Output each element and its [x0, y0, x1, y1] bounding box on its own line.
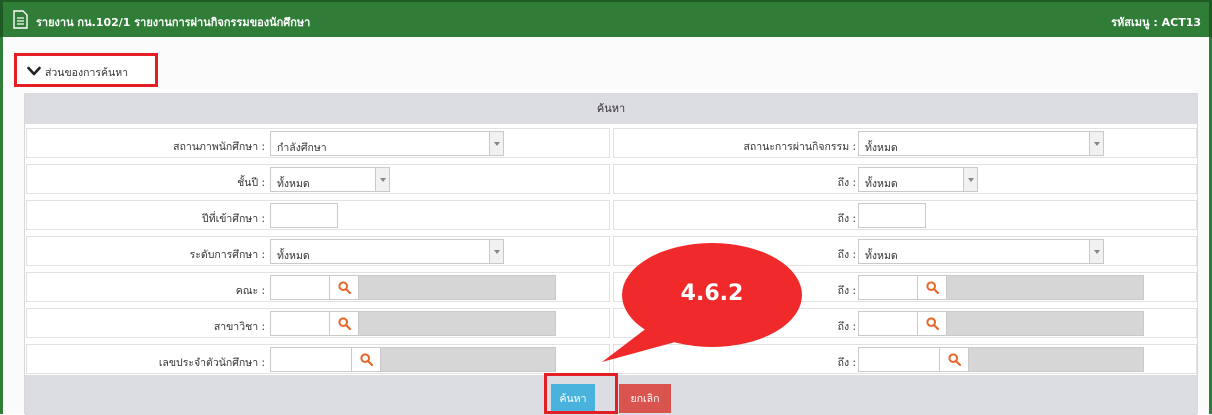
- edu-level-cell: ระดับการศึกษา : ทั้งหมด: [26, 236, 610, 266]
- year-level-cell: ชั้นปี : ทั้งหมด: [26, 164, 610, 194]
- faculty-description: [358, 275, 556, 300]
- faculty-cell: คณะ :: [26, 272, 610, 302]
- student-id-search-button[interactable]: [351, 347, 381, 372]
- entry-year-to-input[interactable]: [858, 203, 926, 228]
- major-to-search-button[interactable]: [917, 311, 947, 336]
- major-label: สาขาวิชา :: [213, 321, 265, 333]
- search-section-label: ส่วนของการค้นหา: [45, 67, 129, 79]
- dropdown-arrow-icon: [963, 168, 977, 191]
- year-level-label: ชั้นปี :: [237, 177, 265, 189]
- faculty-to-search-button[interactable]: [917, 275, 947, 300]
- search-icon: [926, 281, 939, 294]
- major-cell: สาขาวิชา :: [26, 308, 610, 338]
- faculty-search-button[interactable]: [329, 275, 359, 300]
- chevron-down-icon: [27, 66, 41, 76]
- page-title: รายงาน กน.102/1 รายงานการผ่านกิจกรรมของน…: [36, 16, 311, 29]
- search-icon: [338, 317, 351, 330]
- edu-level-select[interactable]: ทั้งหมด: [270, 239, 504, 264]
- edu-level-label: ระดับการศึกษา :: [189, 249, 265, 261]
- faculty-lookup: [270, 275, 556, 300]
- major-lookup: [270, 311, 556, 336]
- search-icon: [948, 353, 961, 366]
- entry-year-to-cell: ถึง :: [613, 200, 1197, 230]
- faculty-to-code-input[interactable]: [858, 275, 918, 300]
- search-icon: [360, 353, 373, 366]
- search-panel-heading: ค้นหา: [25, 94, 1197, 124]
- student-id-description: [380, 347, 556, 372]
- search-section-toggle[interactable]: ส่วนของการค้นหา: [14, 53, 158, 87]
- faculty-label: คณะ :: [235, 285, 265, 297]
- student-id-to-search-button[interactable]: [939, 347, 969, 372]
- dropdown-arrow-icon: [375, 168, 389, 191]
- form-row: เลขประจำตัวนักศึกษา : ถึง :: [25, 342, 1197, 376]
- major-to-description: [946, 311, 1144, 336]
- student-id-code-input[interactable]: [270, 347, 352, 372]
- dropdown-arrow-icon: [489, 240, 503, 263]
- faculty-to-label: ถึง :: [837, 285, 856, 297]
- search-button-highlight: [544, 373, 618, 414]
- year-level-select[interactable]: ทั้งหมด: [270, 167, 390, 192]
- student-id-to-label: ถึง :: [837, 357, 856, 369]
- search-icon: [926, 317, 939, 330]
- dropdown-arrow-icon: [489, 132, 503, 155]
- menu-code: รหัสเมนู : ACT13: [1111, 16, 1201, 29]
- student-id-lookup: [270, 347, 556, 372]
- activity-status-cell: สถานะการผ่านกิจกรรม : ทั้งหมด: [613, 128, 1197, 158]
- faculty-code-input[interactable]: [270, 275, 330, 300]
- student-id-label: เลขประจำตัวนักศึกษา :: [158, 357, 265, 369]
- major-to-code-input[interactable]: [858, 311, 918, 336]
- student-id-to-code-input[interactable]: [858, 347, 940, 372]
- major-description: [358, 311, 556, 336]
- form-row: ระดับการศึกษา : ทั้งหมด ถึง : ทั้งหมด: [25, 234, 1197, 268]
- search-icon: [338, 281, 351, 294]
- student-status-cell: สถานภาพนักศึกษา : กำลังศึกษา: [26, 128, 610, 158]
- major-search-button[interactable]: [329, 311, 359, 336]
- form-row: สาขาวิชา : ถึง :: [25, 306, 1197, 340]
- document-icon: [13, 10, 28, 29]
- student-id-to-cell: ถึง :: [613, 344, 1197, 374]
- form-row: ปีที่เข้าศึกษา : ถึง :: [25, 198, 1197, 232]
- entry-year-cell: ปีที่เข้าศึกษา :: [26, 200, 610, 230]
- activity-status-label: สถานะการผ่านกิจกรรม :: [743, 141, 856, 153]
- dropdown-arrow-icon: [1089, 240, 1103, 263]
- student-id-to-description: [968, 347, 1144, 372]
- form-row: ชั้นปี : ทั้งหมด ถึง : ทั้งหมด: [25, 162, 1197, 196]
- annotation-label: 4.6.2: [680, 281, 744, 306]
- year-level-to-label: ถึง :: [837, 177, 856, 189]
- search-panel: ค้นหา สถานภาพนักศึกษา : กำลังศึกษา สถานะ…: [24, 93, 1198, 415]
- cancel-button[interactable]: ยกเลิก: [619, 384, 671, 413]
- faculty-to-lookup: [858, 275, 1144, 300]
- title-bar: รายงาน กน.102/1 รายงานการผ่านกิจกรรมของน…: [0, 0, 1212, 37]
- edu-level-to-label: ถึง :: [837, 249, 856, 261]
- year-level-to-cell: ถึง : ทั้งหมด: [613, 164, 1197, 194]
- student-id-cell: เลขประจำตัวนักศึกษา :: [26, 344, 610, 374]
- activity-status-select[interactable]: ทั้งหมด: [858, 131, 1104, 156]
- edu-level-to-select[interactable]: ทั้งหมด: [858, 239, 1104, 264]
- form-row: คณะ : ถึง :: [25, 270, 1197, 304]
- major-to-lookup: [858, 311, 1144, 336]
- major-code-input[interactable]: [270, 311, 330, 336]
- student-status-select[interactable]: กำลังศึกษา: [270, 131, 504, 156]
- student-id-to-lookup: [858, 347, 1144, 372]
- entry-year-label: ปีที่เข้าศึกษา :: [202, 213, 265, 225]
- entry-year-to-label: ถึง :: [837, 213, 856, 225]
- form-row: สถานภาพนักศึกษา : กำลังศึกษา สถานะการผ่า…: [25, 126, 1197, 160]
- year-level-to-select[interactable]: ทั้งหมด: [858, 167, 978, 192]
- major-to-label: ถึง :: [837, 321, 856, 333]
- entry-year-input[interactable]: [270, 203, 338, 228]
- dropdown-arrow-icon: [1089, 132, 1103, 155]
- student-status-label: สถานภาพนักศึกษา :: [173, 141, 265, 153]
- faculty-to-description: [946, 275, 1144, 300]
